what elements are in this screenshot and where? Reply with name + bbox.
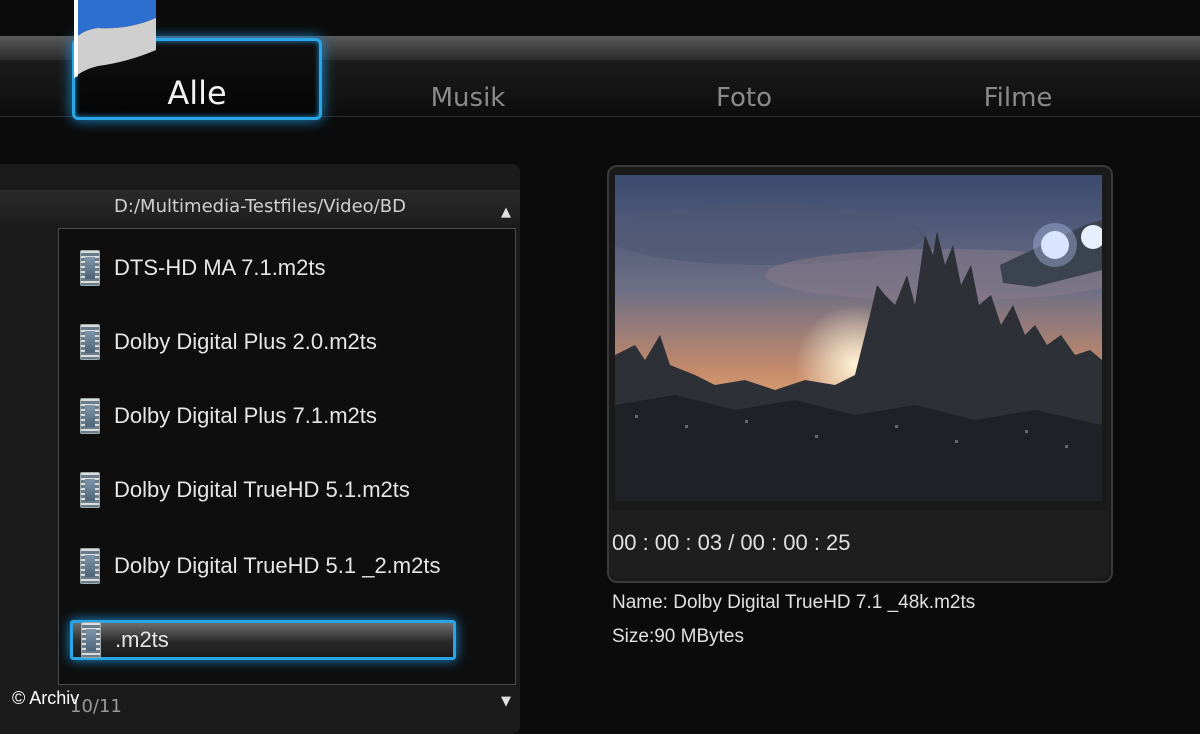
tab-foto[interactable]: Foto: [644, 78, 844, 118]
file-name: Dolby Digital Plus 7.1.m2ts: [114, 403, 377, 428]
scroll-up-icon[interactable]: ▲: [501, 205, 511, 220]
scroll-down-icon[interactable]: ▼: [501, 694, 511, 709]
file-name: Dolby Digital TrueHD 5.1 _2.m2ts: [114, 553, 441, 578]
logo-icon: [74, 0, 156, 78]
file-size-info: Size:90 MBytes: [612, 626, 744, 647]
film-file-icon: [80, 324, 100, 360]
film-file-icon: [80, 548, 100, 584]
file-name: .m2ts: [115, 627, 169, 652]
film-file-icon: [81, 622, 101, 658]
tab-filme[interactable]: Filme: [918, 78, 1118, 118]
path-bar: D:/Multimedia-Testfiles/Video/BD: [0, 190, 520, 224]
preview-thumbnail: [615, 175, 1102, 501]
file-list: [58, 228, 516, 685]
file-name: DTS-HD MA 7.1.m2ts: [114, 255, 326, 280]
tab-musik[interactable]: Musik: [368, 78, 568, 118]
list-item[interactable]: Dolby Digital TrueHD 5.1 _2.m2ts: [80, 544, 460, 588]
film-file-icon: [80, 250, 100, 286]
playback-time: 00 : 00 : 03 / 00 : 00 : 25: [612, 530, 851, 555]
list-item[interactable]: Dolby Digital Plus 7.1.m2ts: [80, 394, 460, 438]
list-item-selected[interactable]: .m2ts: [70, 620, 456, 660]
list-item[interactable]: Dolby Digital Plus 2.0.m2ts: [80, 320, 460, 364]
list-item[interactable]: Dolby Digital TrueHD 5.1.m2ts: [80, 468, 460, 512]
list-item[interactable]: DTS-HD MA 7.1.m2ts: [80, 246, 460, 290]
file-name-info: Name: Dolby Digital TrueHD 7.1 _48k.m2ts: [612, 592, 976, 613]
copyright-watermark: © Archiv: [12, 688, 80, 708]
film-file-icon: [80, 472, 100, 508]
film-file-icon: [80, 398, 100, 434]
file-name: Dolby Digital Plus 2.0.m2ts: [114, 329, 377, 354]
file-name: Dolby Digital TrueHD 5.1.m2ts: [114, 477, 410, 502]
